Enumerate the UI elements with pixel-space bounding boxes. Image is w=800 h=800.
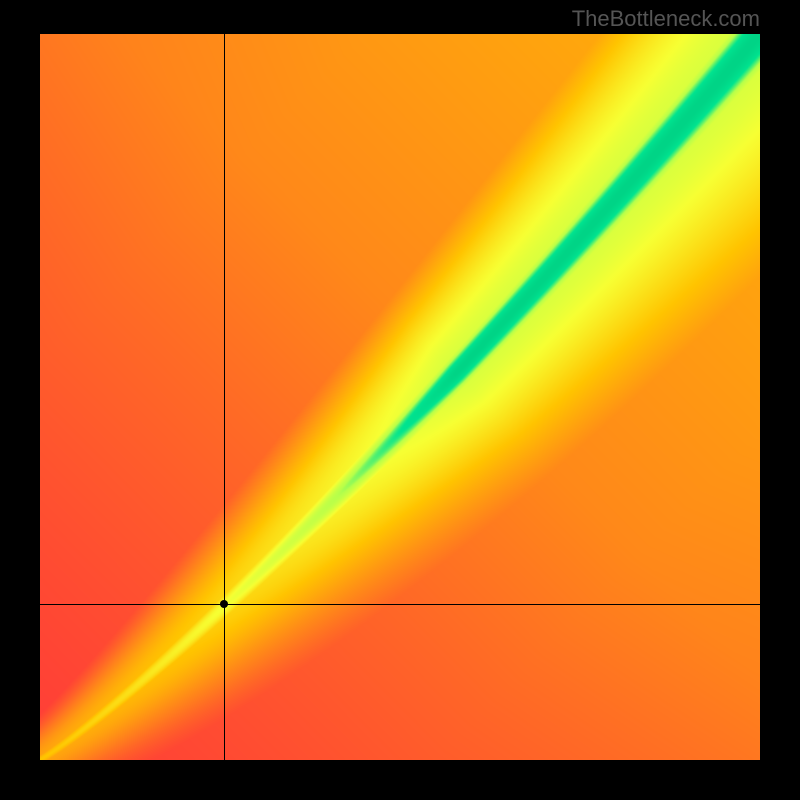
watermark-text: TheBottleneck.com xyxy=(572,6,760,32)
plot-area xyxy=(40,34,760,760)
chart-container: TheBottleneck.com xyxy=(0,0,800,800)
crosshair-horizontal xyxy=(40,604,760,605)
crosshair-vertical xyxy=(224,34,225,760)
heatmap-canvas xyxy=(40,34,760,760)
marker-dot xyxy=(220,600,228,608)
